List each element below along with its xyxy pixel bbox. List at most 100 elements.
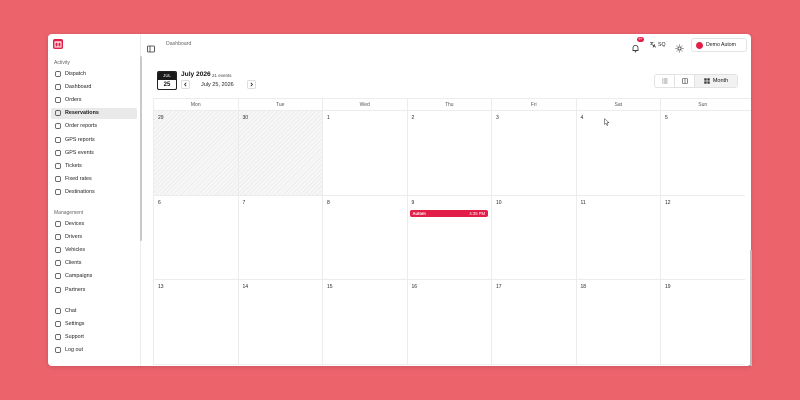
calendar-day-cell[interactable]: 12 <box>660 195 745 280</box>
devices-icon <box>54 220 61 227</box>
calendar-day-cell[interactable]: 6 <box>153 195 238 280</box>
breadcrumb[interactable]: Dashboard <box>166 41 191 47</box>
sidebar-item-clients[interactable]: Clients <box>51 258 137 269</box>
language-switch[interactable]: SQ <box>649 41 666 48</box>
month-view-button[interactable]: Month <box>695 75 737 87</box>
sidebar-item-label: Log out <box>65 347 83 354</box>
calendar-event[interactable]: Autom 4:35 PM <box>409 209 488 217</box>
sidebar-section-label: Activity <box>54 60 70 66</box>
drivers-icon <box>54 233 61 240</box>
chevron-right-icon <box>250 82 253 87</box>
calendar-header: JUL 25 July 2026 21 events July 25, 2026… <box>141 56 751 100</box>
prev-button[interactable] <box>181 80 190 89</box>
sidebar-item-label: Chat <box>65 307 77 314</box>
sidebar-item-label: Vehicles <box>65 246 86 253</box>
calendar-day-cell[interactable]: 17 <box>491 280 576 365</box>
user-name: Demo Autom <box>706 42 736 48</box>
calendar-day-cell[interactable]: 18 <box>575 280 660 365</box>
sidebar-item-label: Campaigns <box>65 273 93 280</box>
day-number: 7 <box>242 199 246 206</box>
sidebar-item-devices[interactable]: Devices <box>51 218 137 229</box>
sidebar-item-chat[interactable]: Chat <box>51 305 137 316</box>
vehicles-icon <box>54 246 61 253</box>
day-number: 29 <box>158 115 164 121</box>
sidebar-item-tickets[interactable]: Tickets <box>51 160 137 171</box>
order-reports-icon <box>54 123 61 130</box>
sidebar-item-label: Support <box>65 334 84 341</box>
orders-icon <box>54 96 61 103</box>
calendar-day-cell[interactable]: 9 <box>406 195 491 280</box>
app-logo-icon[interactable] <box>53 39 63 49</box>
calendar-day-cell[interactable]: 8 <box>322 195 407 280</box>
calendar-day-cell[interactable]: 10 <box>491 195 576 280</box>
calendar-day-cell[interactable]: 2 <box>406 111 491 196</box>
sidebar-item-dispatch[interactable]: Dispatch <box>51 68 137 79</box>
sun-icon[interactable] <box>675 40 684 53</box>
event-time: 4:35 PM <box>469 210 485 216</box>
day-number: 3 <box>496 115 499 121</box>
sidebar-item-log-out[interactable]: Log out <box>51 345 137 356</box>
month-title: July 2026 <box>181 71 211 78</box>
user-menu-button[interactable]: Demo Autom <box>691 38 747 52</box>
columns-icon <box>681 78 688 84</box>
day-number: 9 <box>411 199 415 206</box>
sidebar-item-label: Order reports <box>65 123 98 130</box>
sidebar-item-gps-reports[interactable]: GPS reports <box>51 134 137 145</box>
fixed-rates-icon <box>54 176 61 183</box>
today-day: 25 <box>163 82 171 88</box>
date-range-label: July 25, 2026 <box>201 82 234 88</box>
sidebar: Activity Dispatch Dashboard Orders Reservati… <box>48 34 142 366</box>
day-number: 14 <box>242 284 249 290</box>
sidebar-item-vehicles[interactable]: Vehicles <box>51 244 137 255</box>
settings-icon <box>54 320 61 327</box>
calendar-day-cell[interactable]: 30 <box>237 111 322 196</box>
sidebar-item-campaigns[interactable]: Campaigns <box>51 271 137 282</box>
gps-events-icon <box>54 149 61 156</box>
notification-badge: 9+ <box>637 37 644 42</box>
calendar-day-cell[interactable]: 29 <box>153 111 238 196</box>
calendar-day-cell[interactable]: 11 <box>575 195 660 280</box>
avatar <box>696 41 703 49</box>
sidebar-item-label: Dispatch <box>65 70 86 77</box>
calendar-day-cell[interactable]: 13 <box>153 280 238 365</box>
day-number: 5 <box>665 115 668 121</box>
week-view-button[interactable] <box>675 75 695 87</box>
sidebar-item-fixed-rates[interactable]: Fixed rates <box>51 174 137 185</box>
topbar: Dashboard 9+ SQ Demo Autom <box>141 34 751 56</box>
calendar-day-cell[interactable]: 3 <box>491 111 576 196</box>
sidebar-item-reservations[interactable]: Reservations <box>51 107 137 119</box>
today-date-box[interactable]: JUL 25 <box>157 71 177 90</box>
day-number: 4 <box>580 115 584 121</box>
tickets-icon <box>54 162 61 169</box>
sidebar-item-support[interactable]: Support <box>51 332 137 343</box>
sidebar-item-drivers[interactable]: Drivers <box>51 231 137 242</box>
sidebar-toggle-icon[interactable] <box>147 40 155 53</box>
calendar-day-cell[interactable]: 15 <box>322 280 407 365</box>
day-number: 15 <box>327 284 333 290</box>
sidebar-item-label: Fixed rates <box>65 176 92 183</box>
list-view-button[interactable] <box>655 75 675 87</box>
sidebar-item-orders[interactable]: Orders <box>51 94 137 105</box>
calendar-day-cell[interactable]: 5 <box>660 111 745 196</box>
sidebar-item-destinations[interactable]: Destinations <box>51 187 137 198</box>
app-window: Activity Dispatch Dashboard Orders Reservati… <box>48 34 751 366</box>
page-scrollbar[interactable] <box>750 250 752 366</box>
calendar-day-cell[interactable]: 4 <box>575 111 660 196</box>
next-button[interactable] <box>247 80 256 89</box>
event-count: 21 events <box>212 73 232 78</box>
sidebar-item-gps-events[interactable]: GPS events <box>51 147 137 158</box>
sidebar-item-settings[interactable]: Settings <box>51 318 137 329</box>
sidebar-item-dashboard[interactable]: Dashboard <box>51 81 137 92</box>
sidebar-item-order-reports[interactable]: Order reports <box>51 121 137 132</box>
calendar-day-cell[interactable]: 14 <box>237 280 322 365</box>
calendar-day-cell[interactable]: 1 <box>322 111 407 196</box>
calendar-day-cell[interactable]: 19 <box>660 280 745 365</box>
list-icon <box>661 78 667 84</box>
day-number: 16 <box>411 284 418 290</box>
dashboard-icon <box>54 83 61 90</box>
sidebar-item-partners[interactable]: Partners <box>51 284 137 295</box>
destinations-icon <box>54 189 61 196</box>
sidebar-item-label: Tickets <box>65 162 82 169</box>
calendar-day-cell[interactable]: 7 <box>237 195 322 280</box>
calendar-day-cell[interactable]: 16 <box>406 280 491 365</box>
